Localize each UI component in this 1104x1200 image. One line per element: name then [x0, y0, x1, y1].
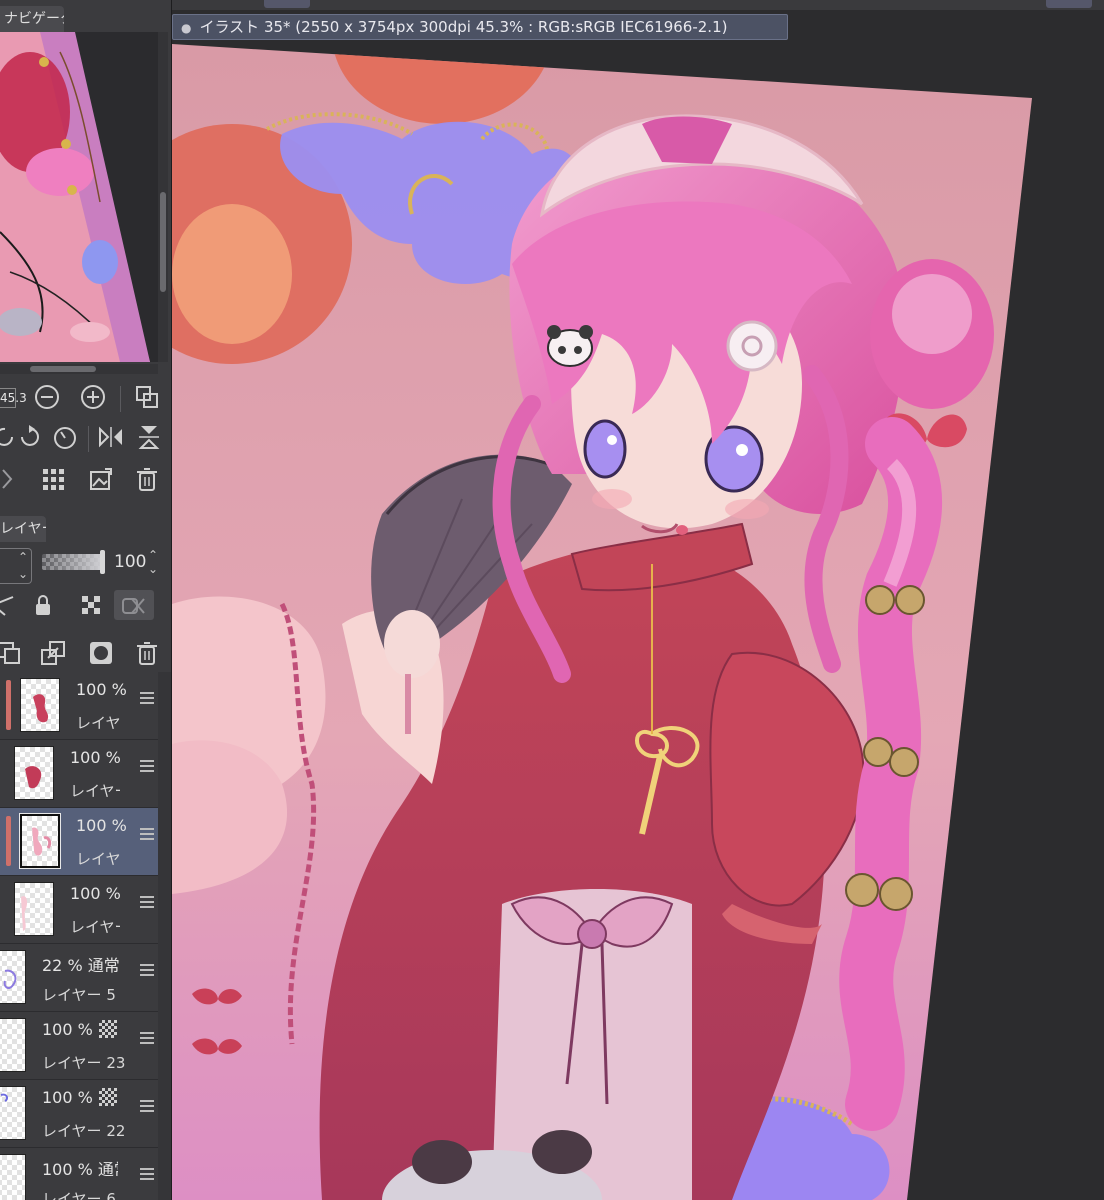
- layer-row[interactable]: 100 % レイヤー: [0, 740, 158, 808]
- layer-row[interactable]: 100 % レイヤー 23: [0, 1012, 158, 1080]
- new-layer-icon[interactable]: [0, 638, 24, 668]
- layer-row[interactable]: 100 % レイヤー: [0, 876, 158, 944]
- layer-row-selected[interactable]: 100 % レイヤー: [0, 808, 158, 876]
- artwork-canvas[interactable]: [172, 44, 1104, 1200]
- layer-handle-icon[interactable]: [140, 964, 154, 978]
- expand-icon[interactable]: [0, 464, 22, 494]
- lock-transparency-icon[interactable]: [76, 590, 106, 620]
- layer-property-bar: ⌃ ⌄ 100 ⌃ ⌄: [0, 542, 171, 672]
- rotate-right-icon[interactable]: [14, 422, 44, 452]
- reset-rotation-icon[interactable]: [50, 422, 80, 452]
- duplicate-layer-icon[interactable]: [38, 638, 68, 668]
- ruler-icon[interactable]: [0, 590, 18, 620]
- layer-handle-icon[interactable]: [140, 896, 154, 910]
- layer-list-scrollbar[interactable]: [158, 672, 171, 1200]
- layer-opacity: 100 %: [76, 816, 127, 835]
- bead: [895, 585, 925, 615]
- layer-handle-icon[interactable]: [140, 1168, 154, 1182]
- layer-mask-icon[interactable]: [86, 638, 116, 668]
- layer-handle-icon[interactable]: [140, 1100, 154, 1114]
- layer-thumbnail: [0, 1154, 26, 1200]
- layer-thumbnail: [20, 814, 60, 868]
- eye-left: [583, 419, 627, 479]
- bead: [863, 737, 893, 767]
- opacity-slider[interactable]: [42, 554, 104, 570]
- opacity-stepper[interactable]: ⌃ ⌄: [148, 548, 164, 578]
- layer-blend-mode: 通常: [97, 1160, 118, 1179]
- blend-mode-icon: [98, 1020, 117, 1038]
- layer-name: レイヤー 5: [42, 986, 116, 1004]
- layer-color-mark: [6, 816, 11, 866]
- blend-mode-stepper[interactable]: ⌃ ⌄: [0, 548, 32, 584]
- fit-window-icon[interactable]: [132, 382, 162, 412]
- navigator-vscrollbar[interactable]: [158, 32, 168, 362]
- layer-name: レイヤー: [70, 918, 120, 936]
- flip-horizontal-icon[interactable]: [96, 422, 126, 452]
- layer-name: レイヤー 23: [42, 1054, 126, 1072]
- layer-name: レイヤー: [70, 782, 120, 800]
- layer-opacity: 100 %: [42, 1088, 117, 1107]
- document-title: イラスト 35* (2550 x 3754px 300dpi 45.3% : R…: [199, 18, 728, 36]
- layer-thumbnail: [14, 882, 54, 936]
- layer-row[interactable]: 100 % 通常 レイヤー 6: [0, 1148, 158, 1200]
- layer-row[interactable]: 100 % レイヤー 22: [0, 1080, 158, 1148]
- layer-opacity: 100 % 通常: [42, 1156, 118, 1180]
- layer-handle-icon[interactable]: [140, 1032, 154, 1046]
- layer-handle-icon[interactable]: [140, 760, 154, 774]
- bead: [865, 585, 895, 615]
- document-tab[interactable]: ● イラスト 35* (2550 x 3754px 300dpi 45.3% : …: [172, 14, 788, 40]
- layer-thumbnail: [0, 1086, 26, 1140]
- canvas-area[interactable]: [172, 44, 1104, 1200]
- layer-opacity: 100 %: [76, 680, 127, 699]
- layer-thumbnail: [20, 678, 60, 732]
- layer-opacity: 100 %: [70, 884, 121, 903]
- layer-name: レイヤー 22: [42, 1122, 126, 1140]
- bead: [845, 873, 879, 907]
- document-tab-bar: ● イラスト 35* (2550 x 3754px 300dpi 45.3% : …: [172, 10, 1104, 44]
- layer-opacity: 100 %: [70, 748, 121, 767]
- layer-color-mark: [6, 680, 11, 730]
- navigator-hscrollbar[interactable]: [0, 364, 158, 374]
- navigator-tab[interactable]: ナビゲーター | サブビュー: [0, 6, 64, 32]
- flip-vertical-icon[interactable]: [134, 422, 164, 452]
- unsaved-dot-icon: ●: [181, 21, 192, 35]
- layer-tab[interactable]: レイヤー: [0, 516, 46, 542]
- bead: [879, 877, 913, 911]
- zoom-in-icon[interactable]: [78, 382, 108, 412]
- grid-icon[interactable]: [38, 464, 68, 494]
- opacity-value[interactable]: 100: [114, 552, 146, 572]
- toolbar-tab-hint[interactable]: [264, 0, 310, 8]
- layer-thumbnail: [0, 950, 26, 1004]
- opacity-slider-handle[interactable]: [100, 550, 105, 574]
- export-image-icon[interactable]: [86, 464, 116, 494]
- layer-blend-mode: 通常: [87, 956, 120, 975]
- flower-hairclip: [726, 320, 778, 372]
- toolbar-tab-hint[interactable]: [1046, 0, 1092, 8]
- layer-thumbnail: [14, 746, 54, 800]
- bead: [889, 747, 919, 777]
- navigator-preview[interactable]: [0, 32, 158, 362]
- trash-icon[interactable]: [132, 464, 162, 494]
- layer-opacity: 100 %: [42, 1020, 117, 1039]
- layer-row[interactable]: 22 % 通常 レイヤー 5: [0, 944, 158, 1012]
- layer-name: レイヤー 6: [42, 1190, 116, 1200]
- delete-layer-icon[interactable]: [132, 638, 162, 668]
- layer-name: レイヤー: [76, 714, 120, 732]
- layer-opacity: 22 % 通常: [42, 956, 120, 975]
- zoom-value[interactable]: 45.3: [0, 388, 27, 408]
- left-panel: ナビゲーター | サブビュー 45.3: [0, 0, 172, 1200]
- navigator-toolbar: 45.3: [0, 378, 171, 502]
- layer-thumbnail: [0, 1018, 26, 1072]
- lock-icon[interactable]: [28, 590, 58, 620]
- navigator-thumbnail: [0, 32, 150, 362]
- layer-name: レイヤー: [76, 850, 120, 868]
- blend-mode-icon: [98, 1088, 117, 1106]
- layer-handle-icon[interactable]: [140, 692, 154, 706]
- layer-handle-icon[interactable]: [140, 828, 154, 842]
- zoom-out-icon[interactable]: [32, 382, 62, 412]
- clip-lower-layer-icon[interactable]: [114, 590, 154, 620]
- layer-row[interactable]: 100 % レイヤー: [0, 672, 158, 740]
